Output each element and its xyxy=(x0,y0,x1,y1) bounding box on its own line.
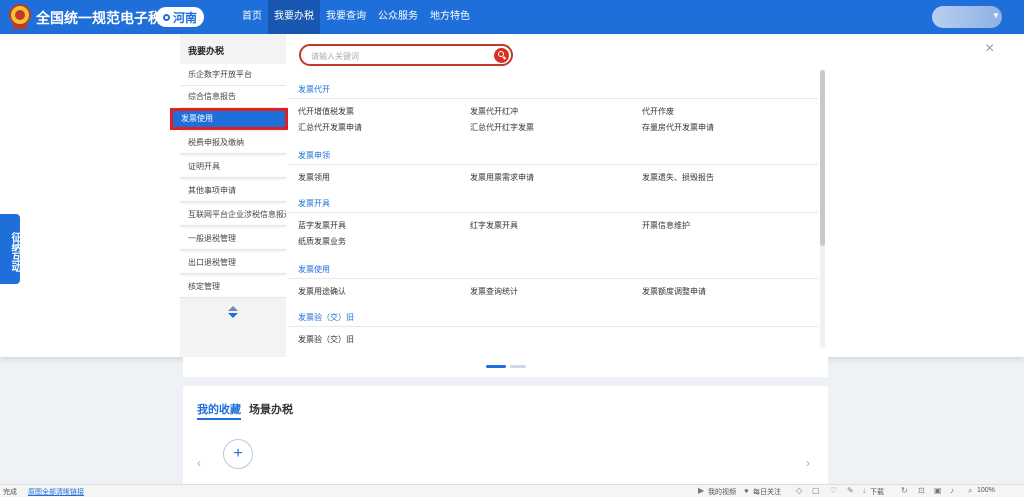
nav-item-local-feature[interactable]: 地方特色 xyxy=(424,0,476,34)
status-download[interactable]: 下载 xyxy=(870,487,884,497)
category-item-selected[interactable]: 发票使用 xyxy=(170,108,288,130)
scrollbar-thumb[interactable] xyxy=(820,70,825,246)
nav-item-home[interactable]: 首页 xyxy=(236,0,268,34)
category-item[interactable]: 其他事项申请 xyxy=(180,180,286,202)
tax-emblem-icon xyxy=(9,4,31,29)
carousel-indicator[interactable] xyxy=(486,365,526,368)
service-link[interactable]: 纸质发票业务 xyxy=(298,236,346,247)
region-label: 河南 xyxy=(172,10,197,25)
refresh-icon[interactable]: ↻ xyxy=(901,486,908,495)
section-divider xyxy=(288,98,818,99)
category-item[interactable]: 互联网平台企业涉税信息报送 xyxy=(180,204,286,226)
browser-status-bar: 完成 原图全部清晰链接 ▶ 我的视频 ● 每日关注 ◇ ▢ ♡ ✎ ↓ 下载 ↻… xyxy=(0,484,1024,497)
category-item[interactable]: 核定管理 xyxy=(180,276,286,298)
nav-item-public-service[interactable]: 公众服务 xyxy=(372,0,424,34)
category-item[interactable]: 出口退税管理 xyxy=(180,252,286,274)
capture-icon[interactable]: ⊡ xyxy=(918,486,925,495)
nav-item-tax-handling[interactable]: 我要办税 xyxy=(268,0,320,34)
service-link[interactable]: 发票额度调整申请 xyxy=(642,286,706,297)
chevron-right-icon[interactable]: › xyxy=(806,456,810,470)
tab-scenes[interactable]: 场景办税 xyxy=(249,401,293,417)
section-title: 发票代开 xyxy=(298,85,330,94)
status-link[interactable]: 原图全部清晰链接 xyxy=(28,487,84,497)
service-link[interactable]: 发票代开红冲 xyxy=(470,106,518,117)
tab-favorites[interactable]: 我的收藏 xyxy=(197,401,241,417)
service-link[interactable]: 代开增值税发票 xyxy=(298,106,354,117)
category-item[interactable]: 证明开具 xyxy=(180,156,286,178)
service-link[interactable]: 代开作废 xyxy=(642,106,674,117)
interaction-side-tab[interactable]: 征纳互动 xyxy=(0,214,20,284)
section-divider xyxy=(288,278,818,279)
status-video[interactable]: 我的视频 xyxy=(708,487,736,497)
region-selector[interactable]: 河南 xyxy=(156,7,204,27)
service-link[interactable]: 存量房代开发票申请 xyxy=(642,122,714,133)
chevron-down-icon[interactable]: ▼ xyxy=(992,11,1000,20)
sidebar-icon[interactable]: ▣ xyxy=(934,486,942,495)
section-divider xyxy=(288,212,818,213)
speaker-icon[interactable]: ♪ xyxy=(950,486,954,495)
service-link[interactable]: 发票用途确认 xyxy=(298,286,346,297)
service-link[interactable]: 发票查询统计 xyxy=(470,286,518,297)
service-link[interactable]: 汇总代开发票申请 xyxy=(298,122,362,133)
service-link[interactable]: 开票信息维护 xyxy=(642,220,690,231)
shield-icon[interactable]: ◇ xyxy=(796,486,802,495)
service-link[interactable]: 红字发票开具 xyxy=(470,220,518,231)
service-link[interactable]: 汇总代开红字发票 xyxy=(470,122,534,133)
category-menu-header: 我要办税 xyxy=(188,46,225,56)
close-icon[interactable]: × xyxy=(985,40,994,58)
service-link[interactable]: 发票遗失、损毁报告 xyxy=(642,172,714,183)
section-title: 发票开具 xyxy=(298,199,330,208)
tab-underline xyxy=(197,418,241,420)
status-zoom[interactable]: 100% xyxy=(977,487,995,494)
section-divider xyxy=(288,164,818,165)
service-list: 发票代开 代开增值税发票 发票代开红冲 代开作废 汇总代开发票申请 汇总代开红字… xyxy=(288,74,818,357)
status-daily[interactable]: 每日关注 xyxy=(753,487,781,497)
service-link[interactable]: 发票验（交）旧 xyxy=(298,334,354,345)
section-title: 发票验（交）旧 xyxy=(298,313,354,322)
search-input[interactable] xyxy=(311,49,481,63)
fire-icon: ● xyxy=(744,486,749,495)
section-divider xyxy=(288,326,818,327)
section-title: 发票使用 xyxy=(298,265,330,274)
heart-icon[interactable]: ♡ xyxy=(830,486,837,495)
service-link[interactable]: 发票用票需求申请 xyxy=(470,172,534,183)
tax-menu-panel: × 我要办税 乐企数字开放平台 综合信息报告 发票使用 税费申报及缴纳 证明开具… xyxy=(0,34,1024,357)
top-navigation-bar: 全国统一规范电子税务局 河南 首页 我要办税 我要查询 公众服务 地方特色 ▼ xyxy=(0,0,1024,34)
service-link[interactable]: 蓝字发票开具 xyxy=(298,220,346,231)
zoom-icon[interactable]: ⌕ xyxy=(968,486,972,496)
content-scrollbar[interactable] xyxy=(820,70,825,348)
category-item[interactable]: 税费申报及缴纳 xyxy=(180,132,286,154)
carousel-card xyxy=(183,357,828,377)
main-nav: 首页 我要办税 我要查询 公众服务 地方特色 xyxy=(236,0,476,34)
video-icon: ▶ xyxy=(698,486,705,495)
nav-item-query[interactable]: 我要查询 xyxy=(320,0,372,34)
category-item[interactable]: 乐企数字开放平台 xyxy=(180,64,286,86)
favorites-card: 我的收藏 场景办税 ‹ + › xyxy=(183,386,828,486)
add-favorite-button[interactable]: + xyxy=(223,439,253,469)
pin-icon[interactable]: ✎ xyxy=(847,486,854,495)
category-menu: 我要办税 乐企数字开放平台 综合信息报告 发票使用 税费申报及缴纳 证明开具 其… xyxy=(170,34,288,357)
location-pin-icon xyxy=(162,13,170,21)
service-link[interactable]: 发票领用 xyxy=(298,172,330,183)
category-item[interactable]: 综合信息报告 xyxy=(180,86,286,108)
download-icon[interactable]: ↓ xyxy=(862,486,866,495)
window-icon[interactable]: ▢ xyxy=(812,486,820,495)
section-title: 发票申领 xyxy=(298,151,330,160)
chevron-left-icon[interactable]: ‹ xyxy=(197,456,201,470)
status-text: 完成 xyxy=(3,489,17,496)
search-box xyxy=(299,44,513,66)
scroll-arrows-icon[interactable] xyxy=(228,306,238,318)
category-item[interactable]: 一般退税管理 xyxy=(180,228,286,250)
search-button[interactable] xyxy=(494,48,509,63)
